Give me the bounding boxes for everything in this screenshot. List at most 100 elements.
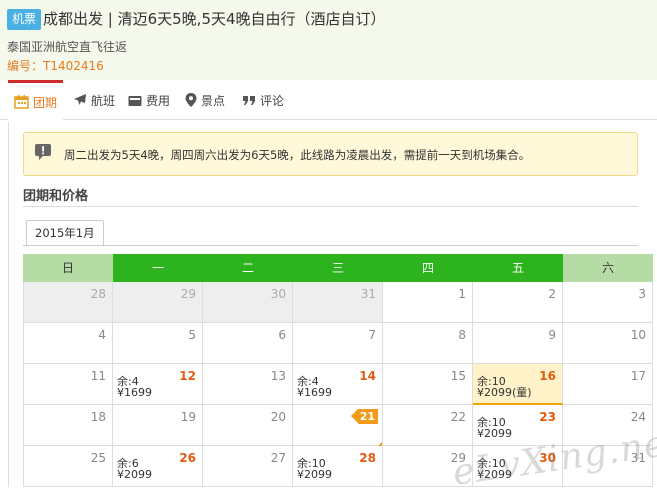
weekday-header: 六: [563, 254, 653, 282]
month-tab[interactable]: 2015年1月: [26, 220, 104, 246]
calendar-day: 31: [293, 282, 383, 323]
day-number: 31: [360, 287, 376, 301]
calendar-day: 3: [563, 282, 653, 323]
tab-label: 费用: [146, 93, 171, 108]
day-number: 17: [630, 369, 646, 383]
weekday-header: 一: [113, 254, 203, 282]
calendar-day: 11: [23, 364, 113, 405]
section-divider: [23, 206, 638, 207]
location-pin-icon: [185, 93, 197, 107]
day-number: 11: [90, 369, 106, 383]
calendar-day: 21: [293, 405, 383, 446]
calendar-week-row: 28 29 30 31 1 2 3: [23, 282, 653, 323]
calendar-day: 13: [203, 364, 293, 405]
calendar-day: 17: [563, 364, 653, 405]
day-number: 7: [368, 328, 376, 342]
calendar-day: 22: [383, 405, 473, 446]
day-number: 12: [179, 369, 196, 383]
tab-label: 评论: [260, 93, 285, 108]
category-badge: 机票: [7, 9, 42, 30]
weekday-header: 四: [383, 254, 473, 282]
day-number: 10: [630, 328, 646, 342]
day-number: 16: [539, 369, 556, 383]
day-number: 8: [458, 328, 466, 342]
calendar-day: 10: [563, 323, 653, 364]
product-header: 机票 成都出发 | 清迈6天5晚,5天4晚自由行（酒店自订） 泰国亚洲航空直飞往…: [0, 0, 657, 80]
tab-sights[interactable]: 景点: [185, 80, 225, 120]
calendar-day: 1: [383, 282, 473, 323]
calendar-day: 25: [23, 446, 113, 487]
weekday-header: 三: [293, 254, 383, 282]
quote-icon: [243, 96, 255, 105]
day-price: ¥2099: [117, 468, 152, 481]
calendar-day: 5: [113, 323, 203, 364]
calendar-day: 29: [113, 282, 203, 323]
day-price: ¥2099: [297, 468, 332, 481]
day-number: 9: [548, 328, 556, 342]
wallet-icon: [128, 95, 142, 106]
calendar-day-available[interactable]: 26 余:6 ¥2099: [113, 446, 203, 487]
weekday-header: 二: [203, 254, 293, 282]
day-number: 14: [359, 369, 376, 383]
alert-icon: [35, 144, 51, 160]
day-number: 15: [450, 369, 466, 383]
tab-flight[interactable]: 航班: [73, 80, 115, 120]
day-price: ¥1699: [297, 386, 332, 399]
day-number: 1: [458, 287, 466, 301]
day-number: 24: [630, 410, 646, 424]
weekday-header: 日: [23, 254, 113, 282]
day-price: ¥1699: [117, 386, 152, 399]
day-number: 6: [278, 328, 286, 342]
today-marker: 21: [350, 409, 378, 424]
calendar-icon: [14, 95, 29, 109]
tab-reviews[interactable]: 评论: [242, 80, 284, 120]
product-code: 编号：T1402416: [7, 59, 104, 73]
product-subtitle: 泰国亚洲航空直飞往返: [7, 40, 128, 54]
day-price: ¥2099(童): [477, 386, 532, 399]
calendar-day: 18: [23, 405, 113, 446]
calendar-day: 9: [473, 323, 563, 364]
day-number: 26: [179, 451, 196, 465]
day-number: 18: [90, 410, 106, 424]
calendar-day: 19: [113, 405, 203, 446]
calendar-day: 7: [293, 323, 383, 364]
day-number: 13: [270, 369, 286, 383]
day-number: 30: [270, 287, 286, 301]
day-number: 2: [548, 287, 556, 301]
calendar-day: 27: [203, 446, 293, 487]
calendar-day: 15: [383, 364, 473, 405]
calendar-day: 2: [473, 282, 563, 323]
day-number: 3: [638, 287, 646, 301]
calendar-day-available[interactable]: 14 余:4 ¥1699: [293, 364, 383, 405]
product-title: 成都出发 | 清迈6天5晚,5天4晚自由行（酒店自订）: [43, 10, 386, 28]
tab-label: 航班: [91, 93, 116, 108]
day-number: 25: [90, 451, 106, 465]
day-number: 28: [359, 451, 376, 465]
schedule-panel: 周二出发为5天4晚，周四周六出发为6天5晚，此线路为凌晨出发，需提前一天到机场集…: [8, 122, 657, 487]
section-title: 团期和价格: [23, 189, 89, 204]
tab-label: 团期: [33, 95, 58, 110]
notice-text: 周二出发为5天4晚，周四周六出发为6天5晚，此线路为凌晨出发，需提前一天到机场集…: [64, 148, 531, 162]
day-number: 22: [450, 410, 466, 424]
notice-box: 周二出发为5天4晚，周四周六出发为6天5晚，此线路为凌晨出发，需提前一天到机场集…: [23, 132, 638, 176]
tab-cost[interactable]: 费用: [128, 80, 170, 120]
calendar-day: 30: [203, 282, 293, 323]
calendar-day: 4: [23, 323, 113, 364]
day-number: 28: [90, 287, 106, 301]
month-tab-divider: [23, 245, 638, 246]
tab-label: 景点: [201, 93, 226, 108]
tab-schedule[interactable]: 团期: [8, 80, 64, 121]
day-number: 19: [180, 410, 196, 424]
day-number: 27: [270, 451, 286, 465]
calendar-week-row: 4 5 6 7 8 9 10: [23, 323, 653, 364]
weekday-header: 五: [473, 254, 563, 282]
day-number: 29: [180, 287, 196, 301]
calendar-day-available[interactable]: 16 余:10 ¥2099(童): [473, 364, 563, 405]
calendar-day-available[interactable]: 12 余:4 ¥1699: [113, 364, 203, 405]
detail-tabs: 团期 航班 费用 景点 评论: [0, 80, 657, 121]
day-price: ¥2099: [477, 427, 512, 440]
calendar-day: 20: [203, 405, 293, 446]
calendar-day-available[interactable]: 28 余:10 ¥2099: [293, 446, 383, 487]
calendar-header: 日一二三四五六: [23, 254, 653, 282]
calendar-day: 8: [383, 323, 473, 364]
